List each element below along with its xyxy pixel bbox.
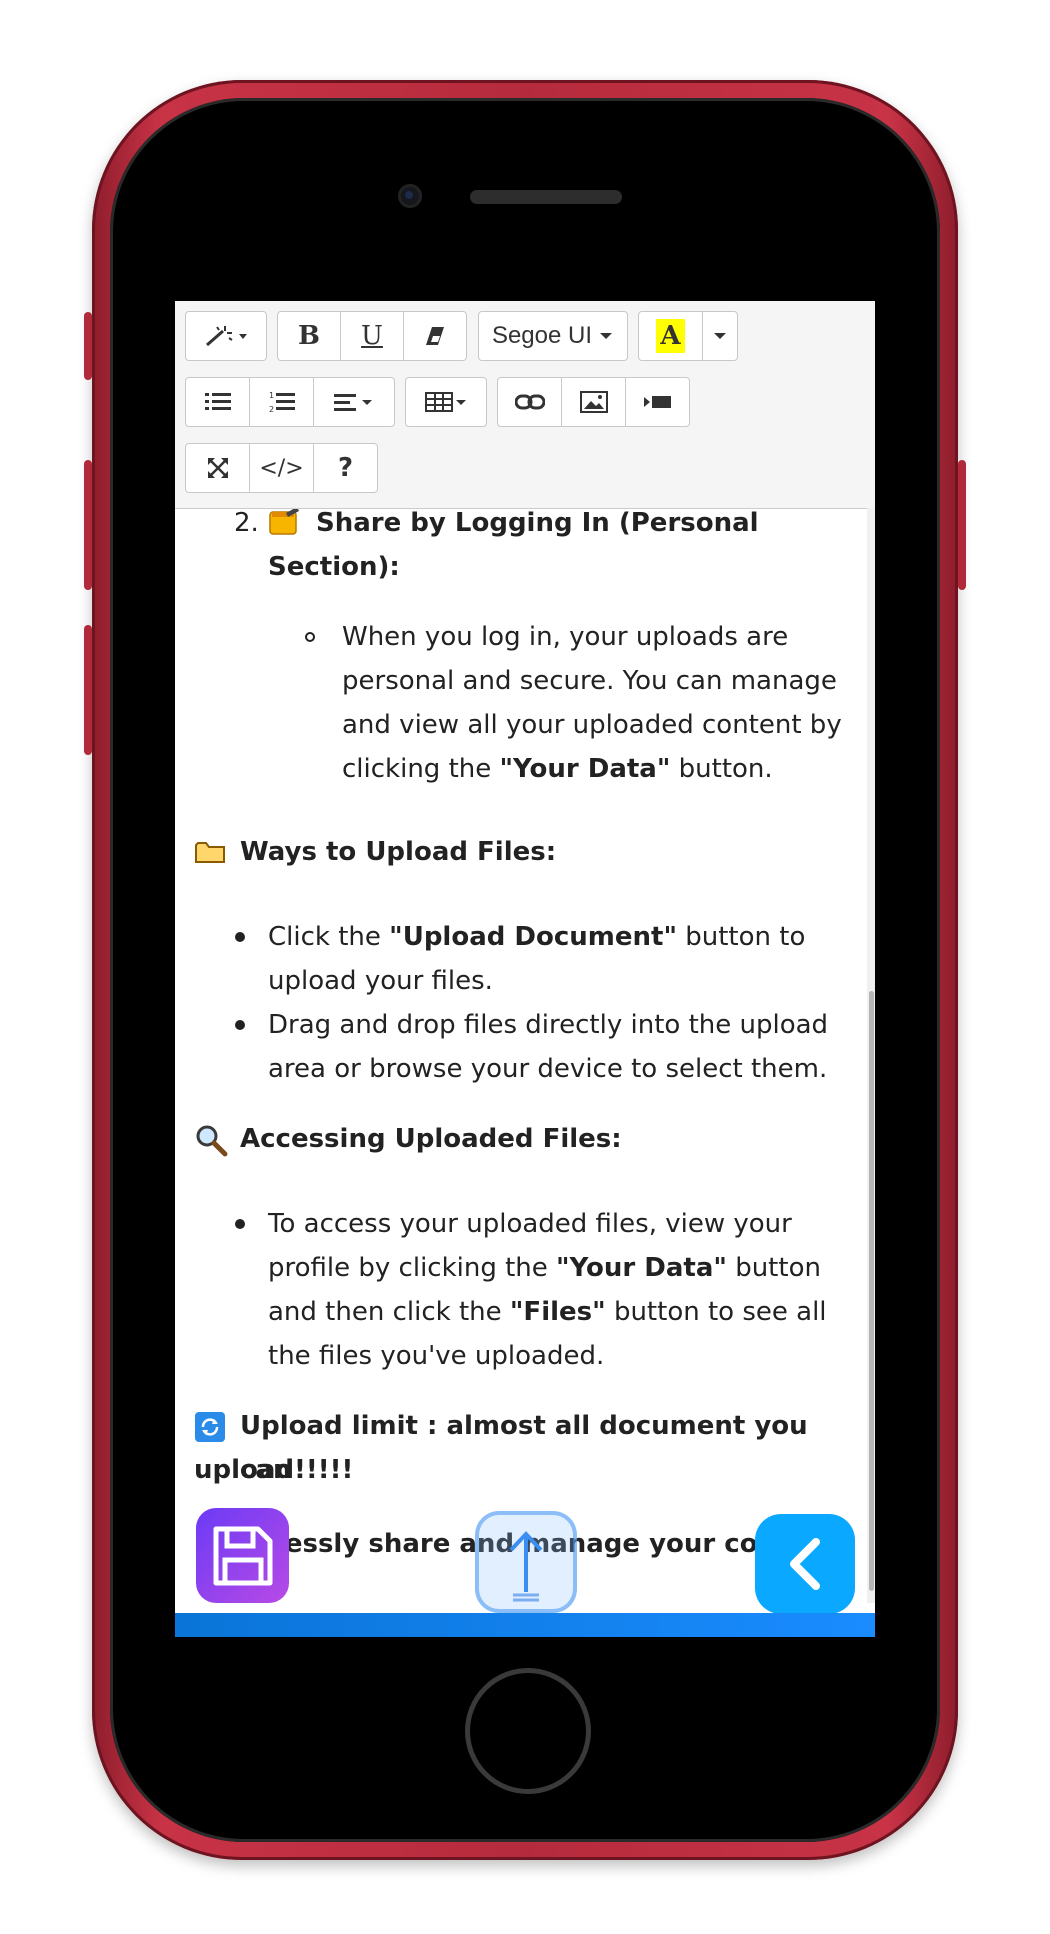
section1-item-line1: When you log in, your uploads are: [342, 622, 789, 652]
list-bullet: [235, 1219, 245, 1229]
paragraph-align-dropdown[interactable]: [313, 377, 395, 427]
table-dropdown[interactable]: [405, 377, 487, 427]
section2-item2-line2: area or browse your device to select the…: [268, 1054, 828, 1084]
svg-text:1: 1: [269, 391, 274, 400]
mute-switch: [84, 312, 92, 380]
magic-style-button[interactable]: [185, 311, 267, 361]
svg-text:2: 2: [269, 405, 274, 414]
section3-title: Accessing Uploaded Files:: [240, 1124, 622, 1154]
section1-item-line4: clicking the "Your Data" button.: [342, 754, 773, 784]
unordered-list-button[interactable]: [185, 377, 250, 427]
unordered-list-icon: [204, 393, 231, 410]
list-circle: [305, 632, 315, 642]
volume-up-button: [84, 460, 92, 590]
fullscreen-button[interactable]: [185, 443, 250, 493]
content-scrollbar-thumb[interactable]: [869, 991, 874, 1591]
magic-wand-icon: [206, 326, 247, 347]
section3-item-line3: and then click the "Files" button to see…: [268, 1297, 827, 1327]
ordered-list-button[interactable]: 1 2: [249, 377, 314, 427]
save-button[interactable]: [196, 1508, 289, 1603]
section1-title-line2: Section):: [268, 552, 400, 582]
eraser-icon: [426, 327, 444, 345]
caret-down-icon: [714, 333, 726, 339]
editor-toolbar: B U Segoe UI A 1 2 </> ?: [175, 301, 875, 509]
note-icon: [269, 509, 299, 535]
section1-item-line3: and view all your uploaded content by: [342, 710, 842, 740]
caret-down-icon: [600, 333, 613, 339]
insert-image-button[interactable]: [561, 377, 626, 427]
insert-video-button[interactable]: [625, 377, 690, 427]
table-icon: [425, 392, 466, 412]
list-number: 2.: [234, 508, 259, 538]
video-icon: [643, 396, 671, 408]
upload-icon: [509, 1531, 543, 1602]
link-icon: [514, 394, 545, 410]
highlight-color-dropdown[interactable]: [702, 311, 738, 361]
section2-title: Ways to Upload Files:: [240, 837, 557, 867]
code-view-button[interactable]: </>: [249, 443, 314, 493]
insert-link-button[interactable]: [497, 377, 562, 427]
folder-icon: [195, 842, 225, 863]
ordered-list-icon: 1 2: [269, 391, 295, 414]
bottom-accent-bar: [175, 1613, 875, 1637]
underline-button[interactable]: U: [340, 311, 404, 361]
editor-content[interactable]: 2. Share by Logging In (Personal Section…: [175, 508, 867, 1603]
highlight-color-label: A: [656, 319, 685, 353]
font-name-dropdown[interactable]: Segoe UI: [478, 311, 628, 361]
section2-item2-line1: Drag and drop files directly into the up…: [268, 1010, 829, 1040]
list-bullet: [235, 1020, 245, 1030]
clear-format-button[interactable]: [403, 311, 467, 361]
section3-item-line4: the files you've uploaded.: [268, 1341, 605, 1371]
section1-title-line1: Share by Logging In (Personal: [316, 508, 759, 538]
power-button: [958, 460, 966, 590]
section1-item-line2: personal and secure. You can manage: [342, 666, 837, 696]
earpiece-speaker: [470, 190, 622, 204]
section2-item1-line2: upload your files.: [268, 966, 493, 996]
fullscreen-icon: [207, 458, 228, 478]
back-button[interactable]: [755, 1514, 855, 1614]
font-name-label: Segoe UI: [491, 322, 593, 349]
home-button[interactable]: [465, 1668, 591, 1794]
bold-button[interactable]: B: [277, 311, 341, 361]
volume-down-button: [84, 625, 92, 755]
align-icon: [334, 394, 372, 411]
upload-button[interactable]: [475, 1511, 577, 1613]
section2-item1-line1: Click the "Upload Document" button to: [268, 922, 806, 952]
help-button[interactable]: ?: [313, 443, 378, 493]
image-icon: [579, 391, 608, 413]
list-bullet: [235, 932, 245, 942]
section3-item-line1: To access your uploaded files, view your: [268, 1209, 792, 1239]
refresh-icon: [195, 1412, 225, 1442]
phone-screen: B U Segoe UI A 1 2 </> ? 2. Share by Log…: [175, 301, 875, 1637]
section3-item-line2: profile by clicking the "Your Data" butt…: [268, 1253, 821, 1283]
front-camera: [398, 184, 422, 208]
save-icon: [213, 1526, 272, 1585]
back-chevron-icon: [790, 1538, 820, 1590]
section4-title-line2: upload!!!!!: [194, 1455, 354, 1485]
magnifier-icon: [196, 1125, 228, 1157]
highlight-color-button[interactable]: A: [638, 311, 703, 361]
